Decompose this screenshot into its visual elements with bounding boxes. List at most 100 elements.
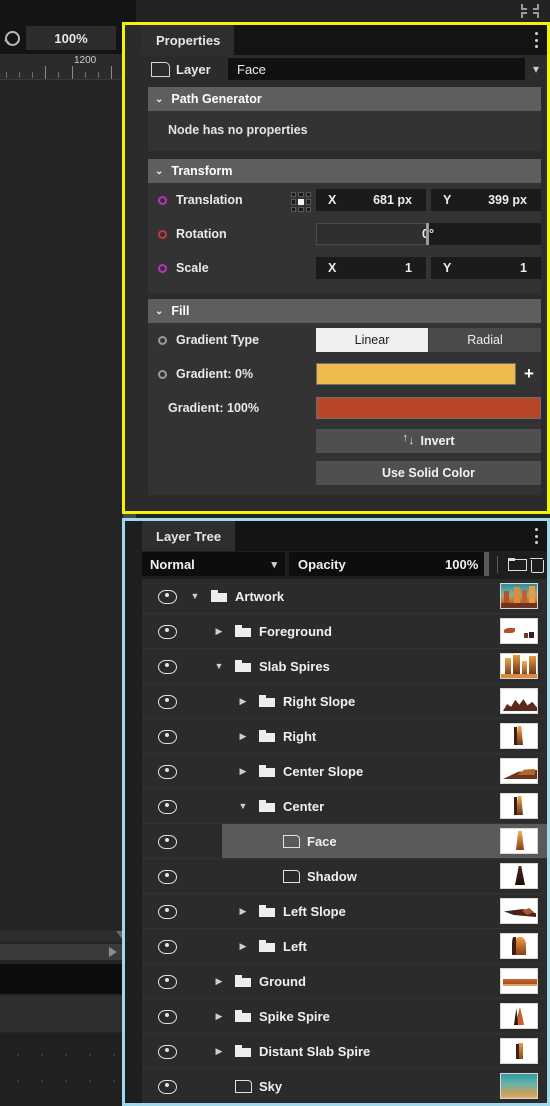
property-bullet-icon[interactable] (158, 369, 167, 379)
gradient-type-linear-button[interactable]: Linear (316, 328, 428, 352)
use-solid-color-button[interactable]: Use Solid Color (316, 461, 541, 485)
rotation-slider[interactable]: 0° (316, 223, 541, 245)
table-row[interactable]: ▶ Ground (142, 964, 547, 999)
visibility-eye-icon[interactable] (158, 730, 177, 744)
chevron-right-icon[interactable]: ▶ (237, 941, 249, 952)
section-header-transform[interactable]: ⌄ Transform (148, 159, 541, 183)
lower-panel-header (0, 930, 136, 942)
plus-icon[interactable]: + (524, 364, 534, 384)
chevron-down-icon: ⌄ (155, 93, 164, 105)
translation-x-field[interactable]: X 681 px (316, 189, 426, 211)
visibility-eye-icon[interactable] (158, 765, 177, 779)
table-row[interactable]: ▶ Right Slope (142, 684, 547, 719)
chevron-down-icon[interactable]: ▼ (213, 661, 225, 671)
invert-button-label: Invert (420, 434, 455, 448)
chevron-right-icon[interactable]: ▶ (237, 731, 249, 742)
table-row[interactable]: ▶ Left Slope (142, 894, 547, 929)
delete-layer-button[interactable] (526, 553, 547, 575)
list-item-label: Slab Spires (259, 658, 330, 674)
opacity-slider-grip[interactable] (484, 552, 489, 576)
layer-tree-rows[interactable]: ▼ Artwork ▶ Foreground ▼ Slab Spires ▶ Right Sl… (142, 579, 547, 1103)
anchor-point-grid-icon[interactable] (291, 192, 311, 212)
visibility-eye-icon[interactable] (158, 800, 177, 814)
gradient-stop-100-swatch[interactable] (316, 397, 541, 419)
scale-x-field[interactable]: X 1 (316, 257, 426, 279)
chevron-right-icon[interactable]: ▶ (213, 1046, 225, 1057)
opacity-field[interactable]: Opacity 100% (289, 552, 485, 576)
layer-select[interactable]: Face (228, 58, 525, 80)
scale-y-field[interactable]: Y 1 (431, 257, 541, 279)
visibility-eye-icon[interactable] (158, 625, 177, 639)
layer-label: Layer (176, 61, 211, 77)
tab-properties[interactable]: Properties (142, 25, 235, 55)
chevron-down-icon[interactable]: ▼ (237, 801, 249, 811)
visibility-eye-icon[interactable] (158, 940, 177, 954)
lower-panel-bar[interactable] (0, 944, 124, 960)
tab-layer-tree[interactable]: Layer Tree (142, 521, 236, 551)
visibility-eye-icon[interactable] (158, 870, 177, 884)
section-header-fill[interactable]: ⌄ Fill (148, 299, 541, 323)
collapse-corners-icon[interactable] (520, 3, 540, 19)
table-row[interactable]: ▶ Right (142, 719, 547, 754)
invert-button[interactable]: Invert (316, 429, 541, 453)
property-bullet-icon[interactable] (158, 195, 167, 205)
translation-label: Translation (176, 193, 243, 207)
table-row[interactable]: Shadow (142, 859, 547, 894)
table-row[interactable]: ▶ Spike Spire (142, 999, 547, 1034)
chevron-right-icon[interactable]: ▶ (237, 906, 249, 917)
chevron-right-icon[interactable]: ▶ (213, 626, 225, 637)
folder-icon (259, 730, 275, 742)
table-row[interactable]: Face (142, 824, 547, 859)
chevron-right-icon[interactable]: ▶ (237, 696, 249, 707)
table-row[interactable]: ▼ Slab Spires (142, 649, 547, 684)
magnifier-icon[interactable] (2, 28, 22, 48)
gradient-type-radial-button[interactable]: Radial (429, 328, 541, 352)
canvas-topbar (0, 0, 136, 22)
table-row[interactable]: ▶ Center Slope (142, 754, 547, 789)
visibility-eye-icon[interactable] (158, 1010, 177, 1024)
section-header-path-generator[interactable]: ⌄ Path Generator (148, 87, 541, 111)
table-row[interactable]: ▶ Distant Slab Spire (142, 1034, 547, 1069)
layer-thumbnail (500, 793, 538, 819)
gradient-stop-100-label: Gradient: 100% (168, 401, 260, 415)
chevron-down-icon: ⌄ (155, 305, 164, 317)
property-bullet-icon[interactable] (158, 335, 167, 345)
new-folder-button[interactable] (506, 553, 527, 575)
chevron-right-icon[interactable]: ▶ (213, 976, 225, 987)
list-item-label: Right Slope (283, 693, 356, 709)
table-row[interactable]: ▶ Foreground (142, 614, 547, 649)
scale-row: Scale X 1 Y 1 (148, 251, 541, 285)
kebab-menu-icon[interactable] (534, 32, 538, 48)
visibility-eye-icon[interactable] (158, 905, 177, 919)
visibility-eye-icon[interactable] (158, 590, 177, 604)
visibility-eye-icon[interactable] (158, 1045, 177, 1059)
table-row[interactable]: ▶ Left (142, 929, 547, 964)
visibility-eye-icon[interactable] (158, 660, 177, 674)
chevron-right-icon[interactable]: ▶ (213, 1011, 225, 1022)
layer-thumbnail (500, 723, 538, 749)
list-item-label: Distant Slab Spire (259, 1043, 371, 1059)
folder-icon (211, 590, 227, 602)
list-item-label: Foreground (259, 623, 332, 639)
chevron-right-icon[interactable]: ▶ (237, 766, 249, 777)
kebab-menu-icon[interactable] (534, 528, 538, 544)
translation-y-value: 399 px (488, 193, 527, 207)
visibility-eye-icon[interactable] (158, 1080, 177, 1094)
property-bullet-icon[interactable] (158, 229, 167, 239)
table-row[interactable]: ▼ Artwork (142, 579, 547, 614)
visibility-eye-icon[interactable] (158, 975, 177, 989)
list-item-label: Shadow (307, 868, 357, 884)
table-row[interactable]: ▼ Center (142, 789, 547, 824)
chevron-down-icon[interactable]: ▾ (525, 55, 547, 83)
rotation-label: Rotation (176, 227, 227, 241)
visibility-eye-icon[interactable] (158, 695, 177, 709)
blend-mode-select[interactable]: Normal ▾ (142, 552, 286, 576)
gradient-stop-0-swatch[interactable] (316, 363, 516, 385)
table-row[interactable]: Sky (142, 1069, 547, 1103)
translation-y-field[interactable]: Y 399 px (431, 189, 541, 211)
list-item-label: Face (307, 833, 337, 849)
visibility-eye-icon[interactable] (158, 835, 177, 849)
chevron-down-icon[interactable]: ▼ (189, 591, 201, 601)
zoom-input[interactable]: 100% (26, 26, 116, 50)
property-bullet-icon[interactable] (158, 263, 167, 273)
